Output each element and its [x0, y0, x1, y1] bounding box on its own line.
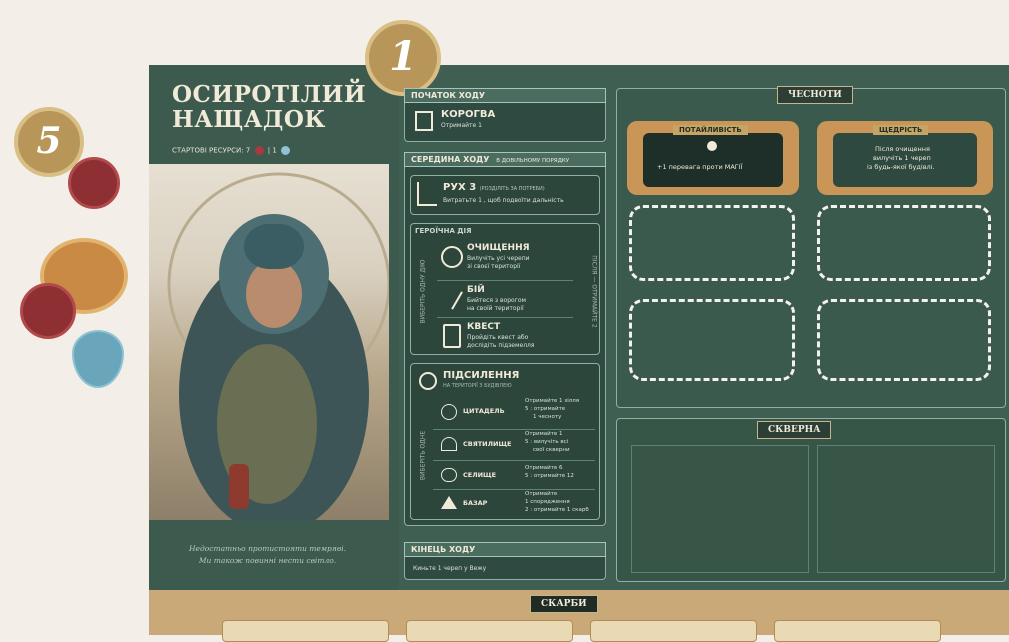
hero-portrait	[149, 164, 389, 520]
action-row-purify: ОЧИЩЕННЯ Вилучіть усі черепи зі своєї те…	[437, 241, 573, 275]
virtue-text: вилучіть 1 череп	[873, 154, 931, 162]
virtue-text: із будь-якої будівлі.	[867, 163, 935, 171]
virtue-card-generosity: ЩЕДРІСТЬ Після очищення вилучіть 1 череп…	[817, 121, 993, 195]
action-desc: Пройдіть квест або	[467, 334, 529, 341]
skull-icon	[441, 246, 463, 268]
action-title: КВЕСТ	[467, 322, 501, 332]
choose-one-building-label: ВИБЕРІТЬ ОДНЕ	[419, 430, 427, 481]
bazaar-icon	[441, 496, 457, 509]
treasure-slot[interactable]	[406, 620, 573, 642]
treasure-slot[interactable]	[222, 620, 389, 642]
boost-icon	[419, 372, 437, 390]
turn-end-header: КІНЕЦЬ ХОДУ	[404, 542, 606, 557]
action-desc: Бийтеся з ворогом	[467, 297, 527, 304]
citadel-icon	[441, 404, 457, 420]
corruption-slot-left[interactable]	[631, 445, 809, 573]
move-desc: Витратьте 1 , щоб подвоїти дальність	[443, 197, 564, 204]
action-title: БІЙ	[467, 285, 485, 295]
hero-illustration	[167, 172, 389, 520]
move-box: РУХ 3 (РОЗДІЛІТЬ ЗА ПОТРЕБИ) Витратьте 1…	[410, 175, 600, 215]
boost-box: ПІДСИЛЕННЯ НА ТЕРИТОРІЇ З БУДІВЛЕЮ ВИБЕР…	[410, 363, 600, 520]
heroic-action-header: ГЕРОЇЧНА ДІЯ	[415, 227, 472, 235]
action-desc: дослідіть підземелля	[467, 342, 535, 349]
virtue-slot[interactable]	[629, 205, 795, 281]
choose-one-action-label: ВИБЕРІТЬ ОДНУ ДІЮ	[419, 259, 427, 324]
virtue-slot[interactable]	[817, 299, 991, 381]
boost-title: ПІДСИЛЕННЯ	[443, 370, 520, 381]
virtue-title: ЩЕДРІСТЬ	[873, 125, 929, 135]
flavor-text: Недостатньо протистояти темряві. Ми тако…	[189, 544, 346, 565]
building-effect: 5 : отримайте 12	[525, 473, 574, 479]
red-token-icon	[68, 157, 120, 209]
building-effect: 1 спорядження	[525, 499, 570, 505]
sword-icon	[439, 284, 463, 310]
building-row-citadel: ЦИТАДЕЛЬ Отримайте 1 зілля 5 : отримайте…	[433, 397, 595, 427]
boost-note: НА ТЕРИТОРІЇ З БУДІВЛЕЮ	[443, 383, 512, 389]
blue-drop-token-icon	[72, 330, 124, 388]
action-row-fight: БІЙ Бийтеся з ворогом на своїй території	[437, 280, 573, 315]
building-name: БАЗАР	[463, 499, 488, 507]
virtue-slot[interactable]	[629, 299, 795, 381]
treasure-slot[interactable]	[590, 620, 757, 642]
blue-drop-icon	[281, 146, 291, 155]
red-token-icon	[20, 283, 76, 339]
building-effect: 2 : отримайте 1 скарб	[525, 507, 589, 513]
boot-icon	[417, 182, 437, 206]
building-effect: Отримайте	[525, 491, 558, 497]
building-effect: Отримайте 1	[525, 431, 563, 437]
move-title: РУХ 3 (РОЗДІЛІТЬ ЗА ПОТРЕБИ)	[443, 182, 545, 193]
red-resource-icon	[254, 146, 264, 155]
scroll-icon	[443, 324, 461, 348]
corruption-header: СКВЕРНА	[757, 421, 832, 439]
action-desc: на своїй території	[467, 305, 524, 312]
hero-name: ОСИРОТІЛИЙ НАЩАДОК	[172, 81, 367, 133]
virtues-section: ЧЕСНОТИ ПОТАЙЛИВІСТЬ +1 перевага проти М…	[616, 86, 1006, 408]
village-icon	[441, 468, 457, 482]
start-resources: СТАРТОВІ РЕСУРСИ: 7 | 1	[172, 146, 292, 155]
virtue-slot[interactable]	[817, 205, 991, 281]
turn-start-section: ПОЧАТОК ХОДУ КОРОГВА Отримайте 1	[404, 88, 606, 142]
building-effect: Отримайте 6	[525, 465, 563, 471]
virtues-header: ЧЕСНОТИ	[777, 86, 853, 104]
building-row-village: СЕЛИЩЕ Отримайте 6 5 : отримайте 12	[433, 460, 595, 489]
action-desc: Вилучіть усі черепи	[467, 255, 530, 262]
virtue-card-stealth: ПОТАЙЛИВІСТЬ +1 перевага проти МАГІЇ	[627, 121, 799, 195]
turn-end-desc: Киньте 1 череп у Вежу	[413, 565, 487, 572]
building-effect: 5 : отримайте	[525, 406, 566, 412]
banner-title: КОРОГВА	[441, 109, 496, 120]
building-row-sanctuary: СВЯТИЛИЩЕ Отримайте 1 5 : вилучіть всі с…	[433, 429, 595, 460]
turn-end-section: КІНЕЦЬ ХОДУ Киньте 1 череп у Вежу	[404, 542, 606, 580]
building-name: СЕЛИЩЕ	[463, 471, 497, 479]
sanctuary-icon	[441, 437, 457, 451]
corruption-section: СКВЕРНА	[616, 418, 1006, 582]
building-row-bazaar: БАЗАР Отримайте 1 спорядження 2 : отрима…	[433, 489, 595, 518]
turn-start-header: ПОЧАТОК ХОДУ	[404, 88, 606, 103]
virtue-text: Після очищення	[875, 145, 930, 153]
action-title: ОЧИЩЕННЯ	[467, 243, 530, 253]
banner-icon	[415, 111, 433, 131]
virtue-title: ПОТАЙЛИВІСТЬ	[673, 125, 748, 135]
turn-middle-header: СЕРЕДИНА ХОДУ В ДОВІЛЬНОМУ ПОРЯДКУ	[404, 152, 606, 167]
building-name: СВЯТИЛИЩЕ	[463, 440, 512, 448]
step-badge-1: 1	[365, 20, 441, 96]
building-effect: Отримайте 1 зілля	[525, 398, 580, 404]
treasure-slot[interactable]	[774, 620, 941, 642]
heroic-action-box: ГЕРОЇЧНА ДІЯ ВИБЕРІТЬ ОДНУ ДІЮ ПІСЛЯ — О…	[410, 223, 600, 355]
arrow-up-icon	[707, 141, 717, 151]
building-name: ЦИТАДЕЛЬ	[463, 407, 505, 415]
banner-desc: Отримайте 1	[441, 122, 482, 129]
virtue-text: +1 перевага проти МАГІЇ	[657, 163, 743, 171]
action-desc: зі своєї території	[467, 263, 521, 270]
after-gain-label: ПІСЛЯ — ОТРИМАЙТЕ 2	[590, 255, 598, 328]
corruption-slot-right[interactable]	[817, 445, 995, 573]
action-row-quest: КВЕСТ Пройдіть квест або дослідіть підзе…	[437, 317, 573, 352]
turn-middle-section: СЕРЕДИНА ХОДУ В ДОВІЛЬНОМУ ПОРЯДКУ РУХ 3…	[404, 152, 606, 526]
building-effect: 5 : вилучіть всі	[525, 439, 569, 445]
building-effect: 1 чесноту	[533, 414, 562, 420]
treasures-header: СКАРБИ	[530, 595, 598, 613]
building-effect: свої скверни	[533, 447, 570, 453]
